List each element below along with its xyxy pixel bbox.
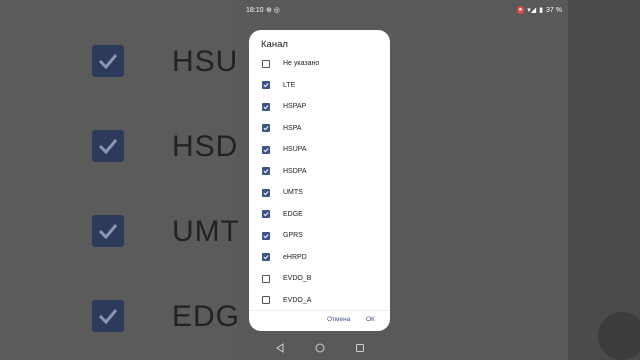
checkmark-icon [92, 215, 124, 247]
channel-option-label: Не указано [283, 60, 320, 68]
channel-option[interactable]: EVDO_A [249, 290, 390, 309]
bg-row-label: UMTS [172, 215, 238, 248]
channel-option[interactable]: Не указано [249, 53, 390, 75]
channel-option[interactable]: HSPA [249, 118, 390, 140]
checkbox-checked[interactable] [262, 253, 270, 262]
bg-row: UMTS [0, 200, 238, 260]
checkbox-unchecked[interactable] [262, 59, 270, 68]
channel-option[interactable]: LTE [249, 75, 390, 97]
channel-option-label: eHRPD [283, 253, 307, 261]
channel-option[interactable]: eHRPD [249, 247, 390, 269]
checkbox-checked[interactable] [262, 167, 270, 176]
recording-icon: ● [516, 6, 525, 14]
checkmark-icon [263, 83, 269, 88]
battery-icon: ▮ [539, 7, 544, 14]
checkmark-icon [263, 190, 269, 196]
channel-option[interactable]: UMTS [249, 182, 390, 204]
channel-option-label: EVDO_A [283, 296, 312, 304]
bg-row-label: EDGE [172, 300, 238, 333]
checkbox-checked[interactable] [262, 81, 270, 90]
checkmark-icon [263, 169, 269, 174]
channel-option-label: UMTS [283, 189, 303, 197]
checkmark-icon [263, 126, 269, 131]
channel-option[interactable]: GPRS [249, 225, 390, 247]
bg-row: HSDP [0, 115, 238, 175]
cancel-button[interactable]: Отмена [327, 316, 350, 323]
checkmark-icon [92, 300, 124, 332]
bg-row: HSUP [0, 30, 238, 90]
channel-option[interactable]: EDGE [249, 204, 390, 226]
channel-option-label: HSPA [283, 124, 302, 132]
channel-option[interactable]: HSPAP [249, 96, 390, 118]
checkbox-checked[interactable] [262, 124, 270, 133]
recents-icon[interactable] [354, 342, 366, 354]
background-zoomed-left: HSUP HSDP UMTS EDGE [0, 0, 238, 360]
checkbox-checked[interactable] [262, 145, 270, 154]
channel-option[interactable]: EVDO_B [249, 268, 390, 290]
channel-option[interactable]: HSDPA [249, 161, 390, 183]
bg-row-label: HSUP [172, 45, 238, 78]
channel-option-label: EVDO_B [283, 275, 312, 283]
checkbox-checked[interactable] [262, 102, 270, 111]
checkmark-icon [263, 255, 269, 260]
fab-shadow [598, 312, 640, 360]
checkbox-unchecked[interactable] [262, 296, 270, 305]
checkmark-icon [263, 233, 269, 239]
back-icon[interactable] [274, 342, 286, 354]
channel-option-label: LTE [283, 81, 296, 89]
navigation-bar [238, 336, 568, 360]
dialog-actions: Отмена ОК [249, 310, 390, 330]
battery-level: 37 % [546, 6, 562, 14]
signal-icon: ▾◢ [527, 7, 537, 14]
channel-list[interactable]: Не указано LTE HSPAP HSPA HSUPA HSDPA UMTS EDGE… [249, 52, 390, 308]
checkmark-icon [263, 212, 269, 217]
checkmark-icon [263, 104, 269, 110]
bg-row: EDGE [0, 285, 238, 345]
checkbox-checked[interactable] [262, 231, 270, 240]
home-icon[interactable] [314, 342, 326, 354]
checkmark-icon [92, 130, 124, 162]
channel-option[interactable]: HSUPA [249, 139, 390, 161]
checkbox-unchecked[interactable] [262, 274, 270, 283]
ok-button[interactable]: ОК [366, 316, 375, 323]
status-bar: 18:10 ⊕ ◎ ● ▾◢ ▮ 37 % [238, 0, 568, 22]
checkbox-checked[interactable] [262, 188, 270, 197]
channel-option-label: EDGE [283, 210, 303, 218]
checkmark-icon [92, 45, 124, 77]
notification-icons: ⊕ ◎ [266, 7, 280, 14]
channel-dialog: Канал Не указано LTE HSPAP HSPA HSUPA HSDPA UM… [249, 30, 390, 331]
dialog-title: Канал [261, 39, 288, 50]
channel-option-label: GPRS [283, 232, 303, 240]
status-right: ● ▾◢ ▮ 37 % [516, 6, 562, 14]
status-time: 18:10 [246, 7, 264, 14]
background-zoomed-right [568, 0, 640, 360]
channel-option-label: HSDPA [283, 167, 307, 175]
checkbox-checked[interactable] [262, 210, 270, 219]
channel-option-label: HSPAP [283, 103, 307, 111]
channel-option-label: HSUPA [283, 146, 307, 154]
bg-row-label: HSDP [172, 130, 238, 163]
checkmark-icon [263, 147, 269, 153]
